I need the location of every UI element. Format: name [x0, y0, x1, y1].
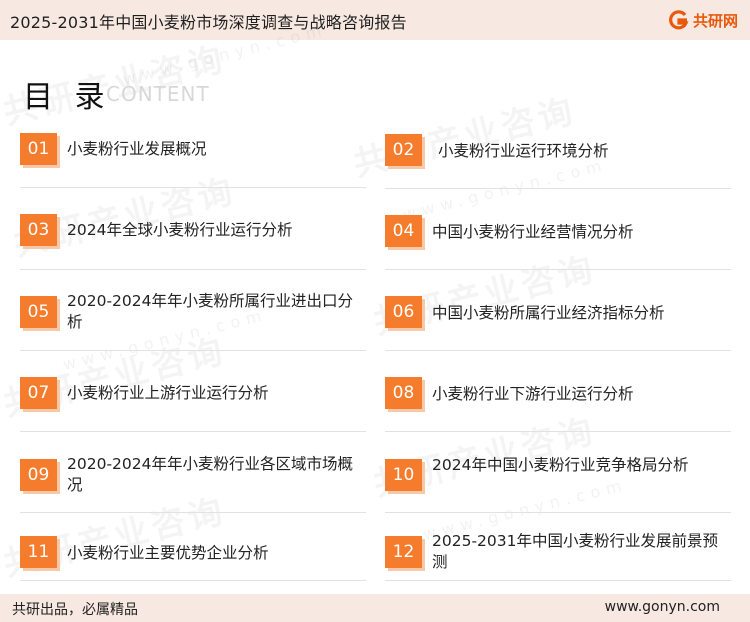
toc-item-number: 07 — [20, 377, 57, 409]
toc-item[interactable]: 12 2025-2031年中国小麦粉行业发展前景预测 — [385, 511, 731, 581]
footer-url: www.gonyn.com — [604, 599, 720, 615]
toc-item[interactable]: 02 小麦粉行业运行环境分析 — [385, 119, 731, 189]
toc-item-number: 02 — [385, 134, 422, 166]
toc-item-number: 11 — [20, 536, 57, 568]
toc-item-label: 小麦粉行业主要优势企业分析 — [67, 544, 269, 562]
brand-g-icon — [668, 9, 690, 31]
toc-item[interactable]: 05 2020-2024年年小麦粉所属行业进出口分析 — [20, 281, 366, 351]
toc-item[interactable]: 01 小麦粉行业发展概况 — [20, 118, 366, 188]
toc-item[interactable]: 11 小麦粉行业主要优势企业分析 — [20, 511, 366, 581]
footer-slogan: 共研出品，必属精品 — [12, 602, 138, 618]
toc-item[interactable]: 09 2020-2024年年小麦粉行业各区域市场概况 — [20, 443, 366, 513]
report-title: 2025-2031年中国小麦粉市场深度调查与战略咨询报告 — [10, 13, 407, 32]
brand-name: 共研网 — [692, 11, 738, 30]
toc-item[interactable]: 03 2024年全球小麦粉行业运行分析 — [20, 200, 366, 270]
toc-item[interactable]: 06 中国小麦粉所属行业经济指标分析 — [385, 281, 731, 351]
toc-subtitle: CONTENT — [106, 82, 210, 106]
toc-item[interactable]: 08 小麦粉行业下游行业运行分析 — [385, 362, 731, 432]
toc-item-label: 2020-2024年年小麦粉行业各区域市场概况 — [67, 455, 353, 494]
toc-item-number: 12 — [385, 536, 422, 568]
toc-item-label: 小麦粉行业运行环境分析 — [438, 142, 609, 160]
toc-item[interactable]: 10 2024年中国小麦粉行业竞争格局分析 — [385, 443, 731, 513]
toc-item-label: 中国小麦粉行业经营情况分析 — [432, 223, 634, 241]
toc-item[interactable]: 04 中国小麦粉行业经营情况分析 — [385, 200, 731, 270]
brand-logo: 共研网 — [668, 9, 738, 31]
toc-item-label: 2020-2024年年小麦粉所属行业进出口分析 — [67, 292, 353, 331]
toc-item-label: 中国小麦粉所属行业经济指标分析 — [432, 304, 665, 322]
toc-item-number: 06 — [385, 296, 422, 328]
toc-title: 目 录 — [23, 80, 111, 115]
toc-item-label: 小麦粉行业发展概况 — [67, 140, 207, 158]
toc-item-number: 09 — [20, 459, 57, 491]
toc-item-label: 2024年全球小麦粉行业运行分析 — [67, 221, 293, 239]
toc-item-number: 10 — [385, 459, 422, 491]
toc-item[interactable]: 07 小麦粉行业上游行业运行分析 — [20, 362, 366, 432]
toc-item-number: 04 — [385, 215, 422, 247]
toc-item-number: 01 — [20, 133, 57, 165]
toc-item-number: 03 — [20, 214, 57, 246]
toc-item-number: 08 — [385, 377, 422, 409]
header-bar: 2025-2031年中国小麦粉市场深度调查与战略咨询报告 共研网 — [0, 0, 750, 40]
toc-item-label: 小麦粉行业下游行业运行分析 — [432, 385, 634, 403]
toc-item-label: 2025-2031年中国小麦粉行业发展前景预测 — [432, 532, 718, 571]
toc-item-number: 05 — [20, 296, 57, 328]
toc-item-label: 2024年中国小麦粉行业竞争格局分析 — [432, 456, 689, 474]
footer-bar: 共研出品，必属精品 www.gonyn.com — [0, 594, 750, 622]
toc-item-label: 小麦粉行业上游行业运行分析 — [67, 384, 269, 402]
